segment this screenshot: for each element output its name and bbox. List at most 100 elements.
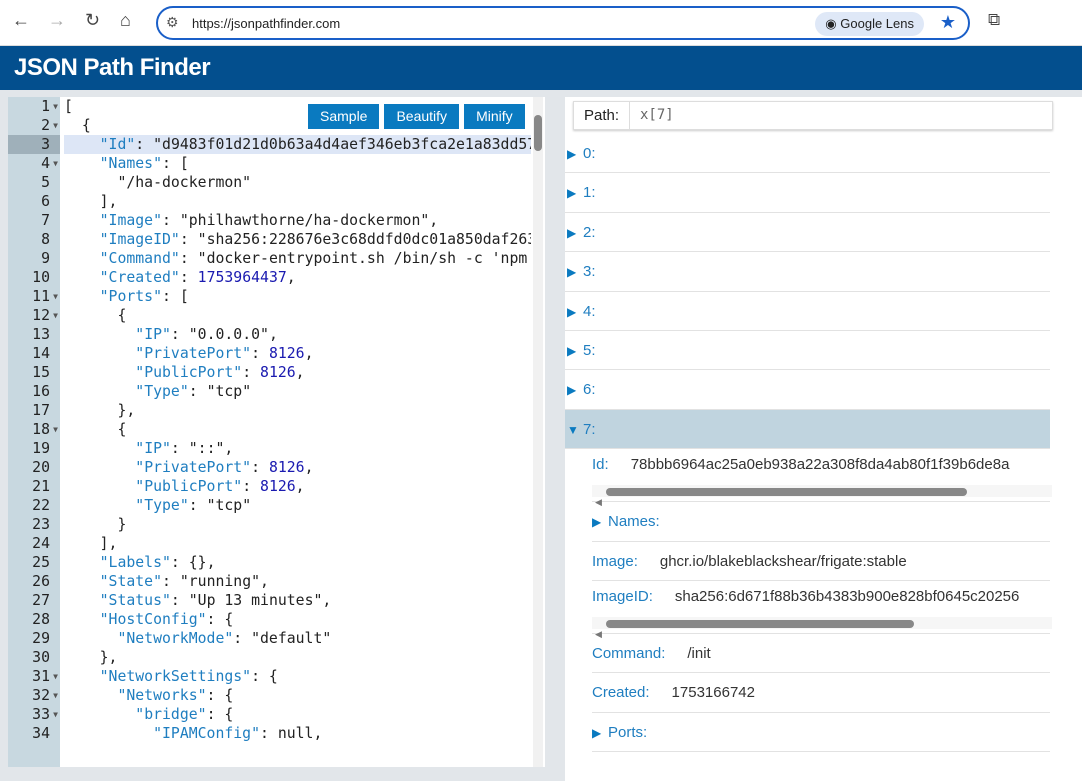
code-line[interactable]: "State": "running", <box>64 572 531 591</box>
horizontal-scrollbar[interactable]: ◀ <box>592 485 1052 507</box>
code-line[interactable]: { <box>64 306 531 325</box>
code-line[interactable]: }, <box>64 401 531 420</box>
tree-node[interactable]: ▶ 6: <box>565 370 1050 410</box>
tree-node[interactable]: ▶ 3: <box>565 252 1050 292</box>
code-line[interactable]: "HostConfig": { <box>64 610 531 629</box>
code-line[interactable]: "Id": "d9483f01d21d0b63a4d4aef346eb3fca2… <box>64 135 531 154</box>
code-line[interactable]: { <box>64 420 531 439</box>
fold-arrow-icon[interactable]: ▼ <box>53 686 58 705</box>
tree-node[interactable]: ▼ 7: <box>565 409 1050 450</box>
minify-button[interactable]: Minify <box>464 104 525 129</box>
property-row[interactable]: ▶ Ports: <box>592 713 1050 753</box>
code-line[interactable]: "bridge": { <box>64 705 531 724</box>
json-editor[interactable]: 1 ▼ 2 ▼ 3 4 ▼ 5 6 7 8 9 10 11 ▼ 12 ▼ 13 14 15 16 17 18 ▼ 19 20 21 2… <box>8 97 545 767</box>
expanded-arrow-icon[interactable]: ▼ <box>567 411 583 450</box>
line-number: 21 <box>32 478 50 495</box>
property-key: Id: <box>592 456 609 474</box>
code-line[interactable]: ], <box>64 192 531 211</box>
address-bar[interactable]: ⚙ https://jsonpathfinder.com ◉ Google Le… <box>156 6 970 40</box>
google-lens-button[interactable]: ◉ Google Lens <box>815 12 924 36</box>
tree-node[interactable]: ▶ 4: <box>565 292 1050 331</box>
fold-arrow-icon[interactable]: ▼ <box>53 420 58 439</box>
code-line[interactable]: ], <box>64 534 531 553</box>
fold-arrow-icon[interactable]: ▼ <box>53 97 58 116</box>
fold-arrow-icon[interactable]: ▼ <box>53 667 58 686</box>
property-row[interactable]: Command: /init <box>592 634 1050 674</box>
code-line[interactable]: "IPAMConfig": null, <box>64 724 531 743</box>
json-key: "Networks" <box>117 687 207 704</box>
property-row[interactable]: Id: 78bbb6964ac25a0eb938a22a308f8da4ab80f… <box>592 449 1052 507</box>
property-row[interactable]: Image: ghcr.io/blakeblackshear/frigate:st… <box>592 542 1050 581</box>
scroll-left-icon[interactable]: ◀ <box>595 618 602 650</box>
collapsed-arrow-icon[interactable]: ▶ <box>567 174 583 213</box>
code-line[interactable]: "NetworkMode": "default" <box>64 629 531 648</box>
back-icon[interactable]: ← <box>12 10 30 31</box>
code-line[interactable]: "IP": "::", <box>64 439 531 458</box>
json-string: "docker-entrypoint.sh /bin/sh -c 'npm <box>197 250 528 267</box>
collapsed-arrow-icon[interactable]: ▶ <box>567 214 583 253</box>
code-line[interactable]: } <box>64 515 531 534</box>
site-info-icon[interactable]: ⚙ <box>166 14 179 31</box>
extensions-icon[interactable]: ⧉ <box>988 10 1000 30</box>
code-line[interactable]: "ImageID": "sha256:228676e3c68ddfd0dc01a… <box>64 230 531 249</box>
property-row[interactable]: Created: 1753166742 <box>592 673 1050 713</box>
code-line[interactable]: }, <box>64 648 531 667</box>
code-line[interactable]: "/ha-dockermon" <box>64 173 531 192</box>
bookmark-star-icon[interactable]: ★ <box>940 12 956 33</box>
fold-arrow-icon[interactable]: ▼ <box>53 705 58 724</box>
forward-icon[interactable]: → <box>48 10 66 31</box>
collapsed-arrow-icon[interactable]: ▶ <box>567 293 583 332</box>
code-line[interactable]: "Command": "docker-entrypoint.sh /bin/sh… <box>64 249 531 268</box>
fold-arrow-icon[interactable]: ▼ <box>53 116 58 135</box>
home-icon[interactable]: ⌂ <box>120 10 131 31</box>
tree-node[interactable]: ▶ 0: <box>565 134 1050 174</box>
tree-node[interactable]: ▶ 1: <box>565 173 1050 213</box>
code-line[interactable]: "Ports": [ <box>64 287 531 306</box>
property-row[interactable]: ImageID: sha256:6d671f88b36b4383b900e828b… <box>592 581 1052 639</box>
code-line[interactable]: "Status": "Up 13 minutes", <box>64 591 531 610</box>
property-row[interactable]: ▶ Names: <box>592 502 1050 542</box>
code-line[interactable]: "Labels": {}, <box>64 553 531 572</box>
url-text[interactable]: https://jsonpathfinder.com <box>192 16 340 31</box>
code-line[interactable]: "NetworkSettings": { <box>64 667 531 686</box>
scroll-left-icon[interactable]: ◀ <box>595 486 602 518</box>
reload-icon[interactable]: ↻ <box>85 10 100 31</box>
collapsed-arrow-icon[interactable]: ▶ <box>567 332 583 371</box>
json-string: "d9483f01d21d0b63a4d4aef346eb3fca2e1a83d… <box>153 136 531 153</box>
code-line[interactable]: "Names": [ <box>64 154 531 173</box>
fold-arrow-icon[interactable]: ▼ <box>53 287 58 306</box>
collapsed-arrow-icon[interactable]: ▶ <box>592 714 608 753</box>
code-line[interactable]: "PrivatePort": 8126, <box>64 344 531 363</box>
sample-button[interactable]: Sample <box>308 104 380 129</box>
json-string: "sha256:228676e3c68ddfd0dc01a850daf263 <box>197 231 531 248</box>
code-area[interactable]: [ { "Id": "d9483f01d21d0b63a4d4aef346eb3… <box>64 97 531 743</box>
path-input[interactable]: x[7] <box>640 107 674 123</box>
code-line[interactable]: "PublicPort": 8126, <box>64 477 531 496</box>
code-line[interactable]: "Image": "philhawthorne/ha-dockermon", <box>64 211 531 230</box>
code-line[interactable]: "PublicPort": 8126, <box>64 363 531 382</box>
tree-node[interactable]: ▶ 2: <box>565 213 1050 253</box>
code-line[interactable]: "Type": "tcp" <box>64 496 531 515</box>
code-line[interactable]: "Created": 1753964437, <box>64 268 531 287</box>
code-line[interactable]: "IP": "0.0.0.0", <box>64 325 531 344</box>
editor-scrollbar[interactable] <box>533 97 543 767</box>
json-key: "Names" <box>99 155 162 172</box>
scrollbar-thumb[interactable] <box>606 488 967 497</box>
horizontal-scrollbar[interactable]: ◀ <box>592 616 1052 639</box>
scrollbar-thumb[interactable] <box>606 619 914 628</box>
code-line[interactable]: "Networks": { <box>64 686 531 705</box>
line-number: 31 ▼ <box>32 667 58 686</box>
fold-arrow-icon[interactable]: ▼ <box>53 154 58 173</box>
collapsed-arrow-icon[interactable]: ▶ <box>567 253 583 292</box>
tree-panel: Path: x[7] ▶ 0: ▶ 1: ▶ 2: ▶ 3: ▶ 4: ▶ 5: ▶ 6: ▼ 7: Id: 78… <box>565 97 1082 781</box>
collapsed-arrow-icon[interactable]: ▶ <box>567 135 583 174</box>
json-string: "tcp" <box>206 497 252 514</box>
beautify-button[interactable]: Beautify <box>384 104 460 129</box>
tree-node[interactable]: ▶ 5: <box>565 331 1050 371</box>
scrollbar-thumb[interactable] <box>534 115 542 151</box>
code-line[interactable]: "Type": "tcp" <box>64 382 531 401</box>
fold-arrow-icon[interactable]: ▼ <box>53 306 58 325</box>
collapsed-arrow-icon[interactable]: ▶ <box>567 371 583 410</box>
json-key: "Type" <box>135 497 189 514</box>
code-line[interactable]: "PrivatePort": 8126, <box>64 458 531 477</box>
